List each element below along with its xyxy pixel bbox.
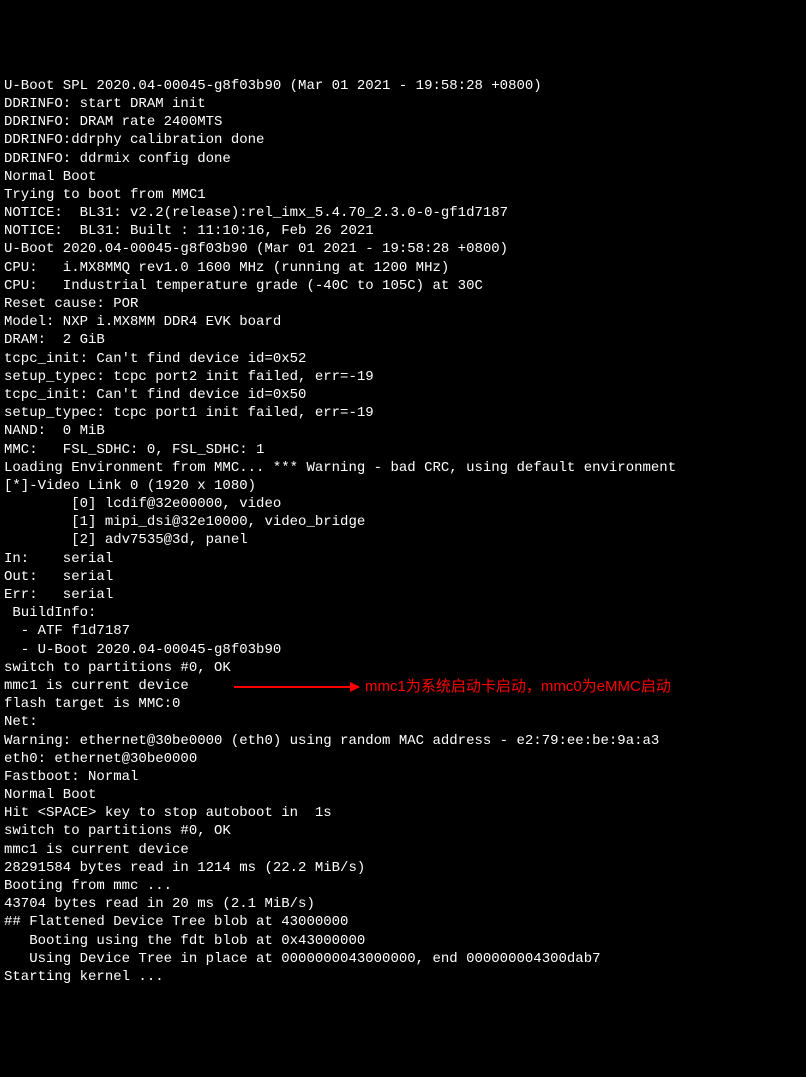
terminal-line: DDRINFO: DRAM rate 2400MTS [4,113,802,131]
terminal-line: U-Boot SPL 2020.04-00045-g8f03b90 (Mar 0… [4,77,802,95]
terminal-line: setup_typec: tcpc port2 init failed, err… [4,368,802,386]
terminal-line: NOTICE: BL31: v2.2(release):rel_imx_5.4.… [4,204,802,222]
terminal-output: U-Boot SPL 2020.04-00045-g8f03b90 (Mar 0… [4,77,802,986]
terminal-line: [*]-Video Link 0 (1920 x 1080) [4,477,802,495]
terminal-line: NOTICE: BL31: Built : 11:10:16, Feb 26 2… [4,222,802,240]
terminal-line: Booting from mmc ... [4,877,802,895]
terminal-line: CPU: i.MX8MMQ rev1.0 1600 MHz (running a… [4,259,802,277]
terminal-line: Net: [4,713,802,731]
terminal-line: tcpc_init: Can't find device id=0x52 [4,350,802,368]
terminal-line: switch to partitions #0, OK [4,822,802,840]
terminal-line: DDRINFO: ddrmix config done [4,150,802,168]
terminal-line: Reset cause: POR [4,295,802,313]
terminal-line: Hit <SPACE> key to stop autoboot in 1s [4,804,802,822]
terminal-line: switch to partitions #0, OK [4,659,802,677]
terminal-line: Using Device Tree in place at 0000000043… [4,950,802,968]
terminal-line: 43704 bytes read in 20 ms (2.1 MiB/s) [4,895,802,913]
annotated-line: mmc1 is current devicemmc1为系统启动卡启动，mmc0为… [4,677,802,695]
terminal-line: Trying to boot from MMC1 [4,186,802,204]
terminal-line: Model: NXP i.MX8MM DDR4 EVK board [4,313,802,331]
terminal-line: tcpc_init: Can't find device id=0x50 [4,386,802,404]
terminal-line: [1] mipi_dsi@32e10000, video_bridge [4,513,802,531]
terminal-line: mmc1 is current device [4,841,802,859]
terminal-line: flash target is MMC:0 [4,695,802,713]
terminal-line: Out: serial [4,568,802,586]
arrow-icon [234,686,359,688]
terminal-line: Normal Boot [4,168,802,186]
terminal-line: Loading Environment from MMC... *** Warn… [4,459,802,477]
terminal-line: ## Flattened Device Tree blob at 4300000… [4,913,802,931]
terminal-line: BuildInfo: [4,604,802,622]
terminal-line: setup_typec: tcpc port1 init failed, err… [4,404,802,422]
terminal-line: CPU: Industrial temperature grade (-40C … [4,277,802,295]
terminal-line: - U-Boot 2020.04-00045-g8f03b90 [4,641,802,659]
terminal-line: 28291584 bytes read in 1214 ms (22.2 MiB… [4,859,802,877]
terminal-line: - ATF f1d7187 [4,622,802,640]
terminal-line: Warning: ethernet@30be0000 (eth0) using … [4,732,802,750]
terminal-line: NAND: 0 MiB [4,422,802,440]
terminal-line: Fastboot: Normal [4,768,802,786]
terminal-line: Normal Boot [4,786,802,804]
terminal-line: MMC: FSL_SDHC: 0, FSL_SDHC: 1 [4,441,802,459]
terminal-line: Starting kernel ... [4,968,802,986]
terminal-line: [2] adv7535@3d, panel [4,531,802,549]
terminal-line: U-Boot 2020.04-00045-g8f03b90 (Mar 01 20… [4,240,802,258]
annotation-text: mmc1为系统启动卡启动，mmc0为eMMC启动 [365,677,671,697]
terminal-line: DRAM: 2 GiB [4,331,802,349]
terminal-line: DDRINFO:ddrphy calibration done [4,131,802,149]
terminal-line: In: serial [4,550,802,568]
terminal-line: Booting using the fdt blob at 0x43000000 [4,932,802,950]
terminal-line: Err: serial [4,586,802,604]
terminal-line: [0] lcdif@32e00000, video [4,495,802,513]
terminal-line: DDRINFO: start DRAM init [4,95,802,113]
terminal-line: eth0: ethernet@30be0000 [4,750,802,768]
annotation-callout: mmc1为系统启动卡启动，mmc0为eMMC启动 [234,677,671,697]
